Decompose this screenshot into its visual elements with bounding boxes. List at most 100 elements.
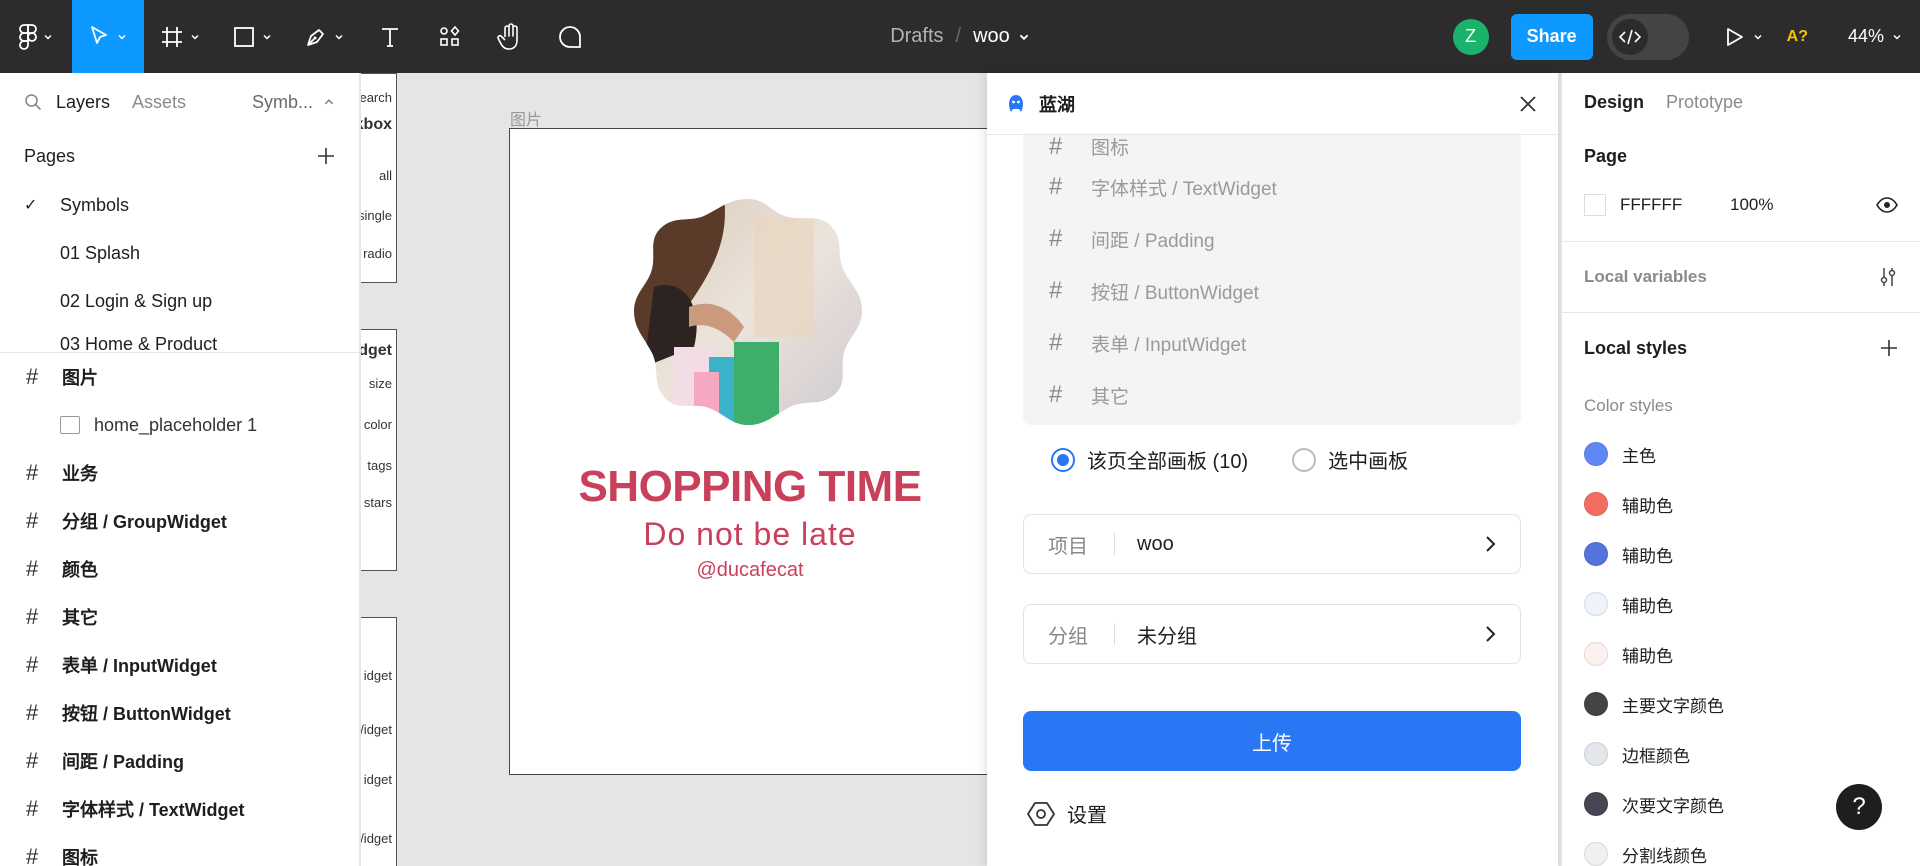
color-style-item[interactable]: 辅助色 xyxy=(1562,629,1920,679)
page-color-swatch[interactable] xyxy=(1584,194,1606,216)
layer-item[interactable]: # 表单 / InputWidget xyxy=(0,641,359,689)
lanhu-logo-icon xyxy=(1009,94,1023,112)
layer-item[interactable]: # 分组 / GroupWidget xyxy=(0,497,359,545)
font-warning-button[interactable]: A? xyxy=(1787,28,1808,46)
tab-design[interactable]: Design xyxy=(1584,92,1644,113)
frame-icon: # xyxy=(26,844,39,866)
frame-text: dget xyxy=(361,342,392,359)
zoom-menu[interactable]: 44% xyxy=(1848,26,1902,47)
eye-icon[interactable] xyxy=(1876,197,1898,213)
frame-text: search xyxy=(361,90,392,105)
tab-layers[interactable]: Layers xyxy=(56,92,110,113)
artboard-item[interactable]: # 表单 / InputWidget xyxy=(1023,317,1521,369)
frame-text: tags xyxy=(367,458,392,473)
layer-item[interactable]: # 其它 xyxy=(0,593,359,641)
help-button[interactable]: ? xyxy=(1836,784,1882,830)
artboard-item[interactable]: # 图标 xyxy=(1023,135,1521,161)
resources-tool-button[interactable] xyxy=(420,0,480,73)
layer-item[interactable]: # 按钮 / ButtonWidget xyxy=(0,689,359,737)
page-color-value[interactable]: FFFFFF xyxy=(1620,195,1730,215)
color-style-item[interactable]: 主色 xyxy=(1562,429,1920,479)
color-style-label: 辅助色 xyxy=(1622,496,1673,516)
color-style-item[interactable]: 辅助色 xyxy=(1562,479,1920,529)
chevron-down-icon xyxy=(1019,34,1029,40)
layer-item[interactable]: # 间距 / Padding xyxy=(0,737,359,785)
layer-label: 业务 xyxy=(62,464,98,484)
radio-all-artboards[interactable]: 该页全部画板 (10) xyxy=(1051,445,1248,474)
project-select[interactable]: 项目 woo xyxy=(1023,514,1521,574)
text-tool-button[interactable] xyxy=(360,0,420,73)
frame-icon: # xyxy=(1049,329,1063,356)
color-styles-title: Color styles xyxy=(1584,396,1673,415)
pen-tool-button[interactable] xyxy=(288,0,360,73)
share-button[interactable]: Share xyxy=(1510,13,1593,60)
close-icon[interactable] xyxy=(1518,94,1538,114)
variables-adjust-icon[interactable] xyxy=(1878,266,1898,288)
color-swatch xyxy=(1584,742,1608,766)
artboard-item[interactable]: # 间距 / Padding xyxy=(1023,213,1521,265)
shape-tool-button[interactable] xyxy=(216,0,288,73)
artboard-list[interactable]: # 图标 # 字体样式 / TextWidget # 间距 / Padding # 按钮… xyxy=(1023,135,1521,425)
file-name-menu[interactable]: woo xyxy=(973,25,1030,48)
frame-text: stars xyxy=(363,495,392,510)
page-item-splash[interactable]: 01 Splash xyxy=(0,229,359,277)
page-switcher[interactable]: Symb... xyxy=(252,92,335,113)
color-swatch xyxy=(1584,492,1608,516)
artboard-item[interactable]: # 字体样式 / TextWidget xyxy=(1023,161,1521,213)
add-style-icon[interactable] xyxy=(1880,339,1898,357)
settings-button[interactable]: 设置 xyxy=(1027,799,1107,828)
main-menu-button[interactable] xyxy=(0,0,72,73)
avatar[interactable]: Z xyxy=(1452,18,1489,55)
artboard-item[interactable]: # 按钮 / ButtonWidget xyxy=(1023,265,1521,317)
breadcrumb-drafts[interactable]: Drafts xyxy=(890,25,943,48)
color-swatch xyxy=(1584,642,1608,666)
page-opacity-value[interactable]: 100% xyxy=(1730,195,1773,215)
widget-frame[interactable]: dget size color tags stars xyxy=(361,329,397,571)
hand-tool-button[interactable] xyxy=(480,0,540,73)
dev-mode-toggle[interactable] xyxy=(1606,13,1689,60)
cursor-icon xyxy=(91,25,107,44)
field-value: woo xyxy=(1137,532,1174,555)
page-item-symbols[interactable]: ✓ Symbols xyxy=(0,181,359,229)
chevron-down-icon xyxy=(118,34,126,40)
code-icon xyxy=(1618,29,1641,44)
color-style-item[interactable]: 主要文字颜色 xyxy=(1562,679,1920,729)
field-value: 未分组 xyxy=(1137,625,1197,648)
checkbox-frame[interactable]: search ckbox all single radio xyxy=(361,73,397,283)
color-style-item[interactable]: 辅助色 xyxy=(1562,579,1920,629)
layer-item[interactable]: home_placeholder 1 xyxy=(0,401,359,449)
frame-icon: # xyxy=(26,460,39,485)
upload-button[interactable]: 上传 xyxy=(1023,711,1521,771)
layer-item[interactable]: # 业务 xyxy=(0,449,359,497)
color-style-item[interactable]: 分割线颜色 xyxy=(1562,829,1920,866)
color-style-item[interactable]: 辅助色 xyxy=(1562,529,1920,579)
add-page-icon[interactable] xyxy=(317,147,335,165)
local-variables-label: Local variables xyxy=(1584,267,1707,286)
tab-assets[interactable]: Assets xyxy=(132,92,186,113)
layer-item[interactable]: # 图片 xyxy=(0,353,359,401)
layer-item[interactable]: # 图标 xyxy=(0,833,359,866)
divider xyxy=(1114,623,1115,645)
tab-prototype[interactable]: Prototype xyxy=(1666,92,1743,113)
frame-text: idget xyxy=(363,772,392,787)
present-button[interactable] xyxy=(1723,26,1763,48)
color-style-item[interactable]: 边框颜色 xyxy=(1562,729,1920,779)
move-tool-button[interactable] xyxy=(72,0,144,73)
frame-text: color xyxy=(363,417,392,432)
radio-selected-artboards[interactable]: 选中画板 xyxy=(1292,445,1408,474)
page-item-home[interactable]: 03 Home & Product xyxy=(0,325,359,352)
group-select[interactable]: 分组 未分组 xyxy=(1023,604,1521,664)
frame-tool-button[interactable] xyxy=(144,0,216,73)
widget-list-frame[interactable]: idget /idget idget /idget xyxy=(361,617,397,866)
layer-item[interactable]: # 颜色 xyxy=(0,545,359,593)
file-name: woo xyxy=(973,25,1010,47)
page-item-login[interactable]: 02 Login & Sign up xyxy=(0,277,359,325)
layer-item[interactable]: # 字体样式 / TextWidget xyxy=(0,785,359,833)
frame-label[interactable]: 图片 xyxy=(510,106,542,130)
artboard-item[interactable]: # 其它 xyxy=(1023,369,1521,421)
search-icon[interactable] xyxy=(24,93,42,111)
page-label: 02 Login & Sign up xyxy=(60,290,213,311)
local-variables-row[interactable]: Local variables xyxy=(1562,242,1920,312)
breadcrumb-separator: / xyxy=(955,25,962,47)
comment-tool-button[interactable] xyxy=(540,0,600,73)
